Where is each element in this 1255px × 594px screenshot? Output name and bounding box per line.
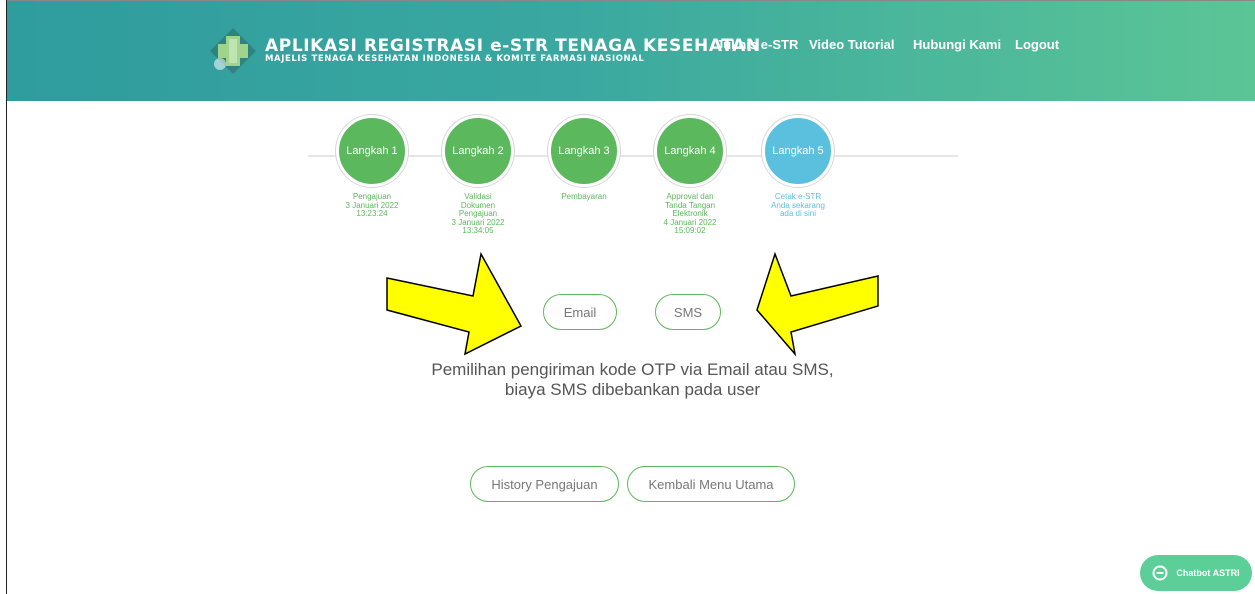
step-4-circle[interactable]: Langkah 4 (654, 115, 726, 187)
chatbot-button[interactable]: Chatbot ASTRI (1140, 555, 1252, 591)
step-5-caption: Cetak e-STR Anda sekarang ada di sini (748, 192, 848, 219)
step-5-caption-line: ada di sini (779, 209, 817, 218)
nav-video-tutorial[interactable]: Video Tutorial (809, 37, 894, 52)
annotation-arrow-right-icon (386, 251, 523, 356)
chatbot-label: Chatbot ASTRI (1176, 568, 1240, 578)
chat-icon (1152, 565, 1168, 581)
nav-juknis-estr[interactable]: Juknis e-STR (716, 37, 798, 52)
step-1-caption-line: 13:23:24 (356, 209, 388, 218)
step-4-caption-line: 15:09:02 (674, 226, 706, 235)
step-2-caption-line: 13:34:05 (462, 226, 494, 235)
otp-info-line: Pemilihan pengiriman kode OTP via Email … (431, 360, 834, 379)
annotation-arrow-left-icon (756, 251, 879, 357)
app-subtitle: MAJELIS TENAGA KESEHATAN INDONESIA & KOM… (265, 54, 645, 64)
step-1-circle[interactable]: Langkah 1 (336, 115, 408, 187)
otp-sms-button[interactable]: SMS (655, 294, 721, 330)
step-2-caption: Validasi Dokumen Pengajuan 3 Januari 202… (428, 192, 528, 236)
step-1-caption: Pengajuan 3 Januari 2022 13:23:24 (322, 192, 422, 219)
nav-hubungi-kami[interactable]: Hubungi Kami (913, 37, 1001, 52)
otp-info-text: Pemilihan pengiriman kode OTP via Email … (380, 360, 885, 400)
step-4-caption: Approval dan Tanda Tangan Elektronik 4 J… (640, 192, 740, 236)
step-3-caption-line: Pembayaran (561, 192, 607, 201)
nav-logout[interactable]: Logout (1015, 37, 1059, 52)
step-3-circle[interactable]: Langkah 3 (548, 115, 620, 187)
otp-info-line: biaya SMS dibebankan pada user (504, 380, 761, 399)
step-2-circle[interactable]: Langkah 2 (442, 115, 514, 187)
kembali-menu-utama-button[interactable]: Kembali Menu Utama (627, 466, 795, 502)
otp-email-button[interactable]: Email (543, 294, 617, 330)
app-title: APLIKASI REGISTRASI e-STR TENAGA KESEHAT… (265, 36, 761, 56)
ministry-logo-icon (210, 28, 256, 74)
header-bar: APLIKASI REGISTRASI e-STR TENAGA KESEHAT… (7, 1, 1255, 101)
history-pengajuan-button[interactable]: History Pengajuan (470, 466, 619, 502)
step-3-caption: Pembayaran (534, 192, 634, 202)
step-5-circle[interactable]: Langkah 5 (762, 115, 834, 187)
